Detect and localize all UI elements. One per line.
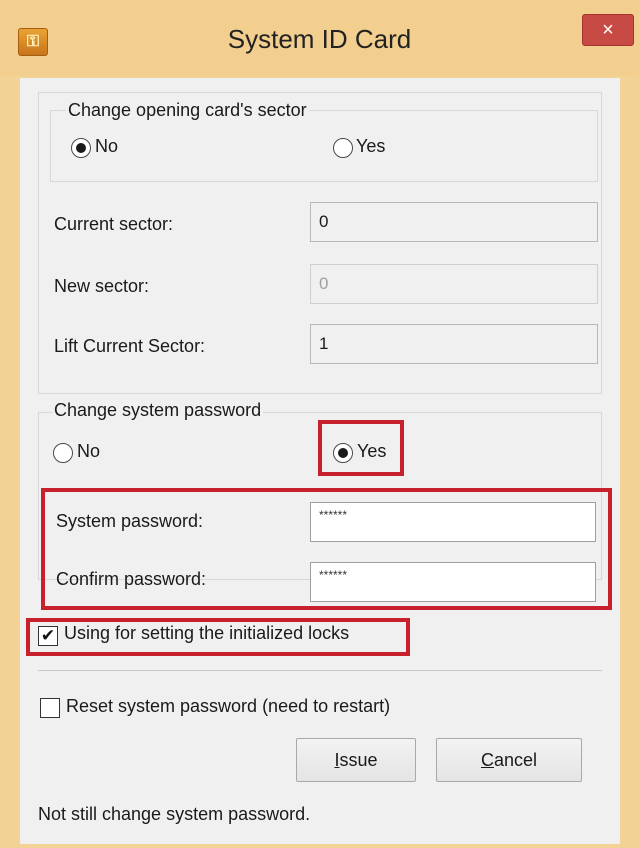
password-group-title: Change system password bbox=[52, 400, 264, 421]
cancel-button-label: Cancel bbox=[480, 750, 538, 770]
status-text: Not still change system password. bbox=[38, 804, 311, 824]
sector-no-label: No bbox=[95, 136, 119, 156]
issue-button[interactable]: Issue bbox=[296, 738, 416, 782]
divider bbox=[38, 670, 602, 671]
lift-sector-field[interactable]: 1 bbox=[310, 324, 598, 364]
radio-selected-dot bbox=[76, 143, 86, 153]
dialog-body: Change opening card's sector No Yes Curr… bbox=[20, 78, 620, 844]
init-locks-checkbox[interactable]: ✔ bbox=[38, 626, 58, 646]
confirm-password-label: Confirm password: bbox=[56, 569, 207, 589]
init-locks-label: Using for setting the initialized locks bbox=[64, 623, 350, 643]
password-no-radio[interactable] bbox=[53, 443, 73, 463]
password-yes-label: Yes bbox=[357, 441, 387, 461]
password-no-label: No bbox=[77, 441, 101, 461]
title-bar[interactable]: ⚿ System ID Card × bbox=[0, 0, 639, 76]
password-yes-radio[interactable] bbox=[333, 443, 353, 463]
confirm-password-field[interactable]: ****** bbox=[310, 562, 596, 602]
reset-password-checkbox[interactable] bbox=[40, 698, 60, 718]
window-title: System ID Card bbox=[227, 24, 412, 54]
system-password-label: System password: bbox=[56, 511, 204, 531]
sector-yes-radio[interactable] bbox=[333, 138, 353, 158]
current-sector-label: Current sector: bbox=[54, 214, 174, 234]
sector-group-title: Change opening card's sector bbox=[66, 100, 309, 121]
reset-password-label: Reset system password (need to restart) bbox=[66, 696, 391, 716]
current-sector-field[interactable]: 0 bbox=[310, 202, 598, 242]
new-sector-label: New sector: bbox=[54, 276, 150, 296]
radio-selected-dot bbox=[338, 448, 348, 458]
lift-sector-label: Lift Current Sector: bbox=[54, 336, 206, 356]
system-password-field[interactable]: ****** bbox=[310, 502, 596, 542]
dialog-window: ⚿ System ID Card × Change opening card's… bbox=[0, 0, 639, 848]
sector-no-radio[interactable] bbox=[71, 138, 91, 158]
issue-button-label: Issue bbox=[334, 750, 378, 770]
cancel-button[interactable]: Cancel bbox=[436, 738, 582, 782]
new-sector-field: 0 bbox=[310, 264, 598, 304]
close-button[interactable]: × bbox=[582, 14, 634, 46]
sector-yes-label: Yes bbox=[356, 136, 386, 156]
